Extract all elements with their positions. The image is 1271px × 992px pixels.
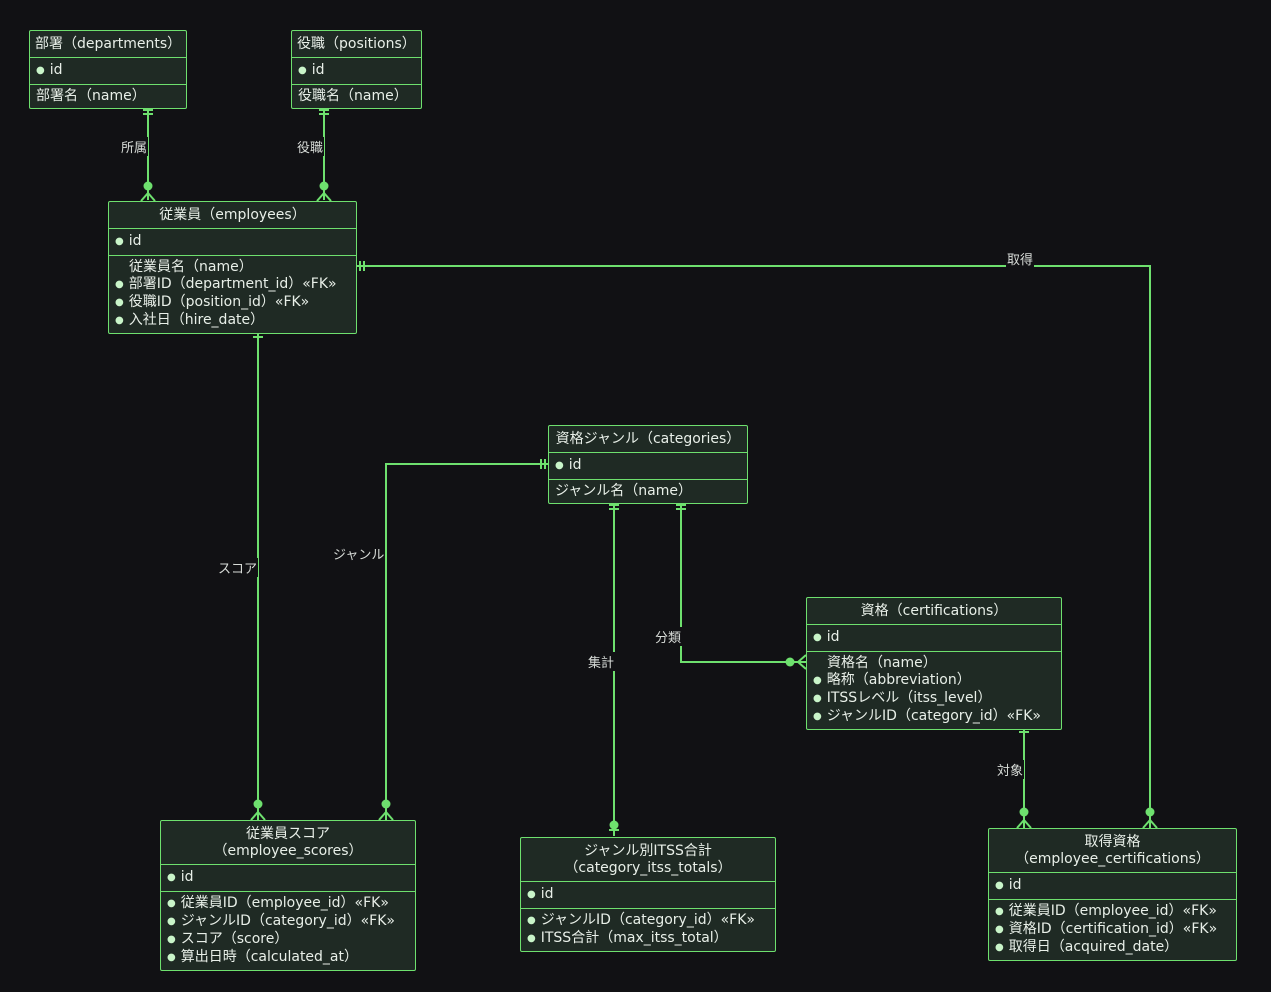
- attribute: ITSSレベル（itss_level）: [813, 690, 1055, 708]
- entity-title: 部署（departments）: [30, 31, 186, 58]
- attribute: 役職ID（position_id）«FK»: [115, 294, 350, 312]
- attribute: 役職名（name）: [298, 88, 408, 104]
- entity-title: ジャンル別ITSS合計 （category_itss_totals）: [521, 838, 775, 882]
- attribute: 略称（abbreviation）: [813, 672, 1055, 690]
- relation-label-classify: 分類: [654, 627, 683, 646]
- entity-title: 役職（positions）: [292, 31, 421, 58]
- attribute: 取得日（acquired_date）: [995, 939, 1230, 957]
- primary-key: id: [527, 885, 769, 905]
- relation-label-belongs: 所属: [120, 137, 149, 156]
- entity-employee-scores: 従業員スコア （employee_scores） id 従業員ID（employ…: [160, 820, 416, 971]
- primary-key: id: [36, 61, 180, 81]
- attribute: ジャンルID（category_id）«FK»: [813, 708, 1055, 726]
- relation-label-aggregate: 集計: [587, 652, 616, 671]
- entity-positions: 役職（positions） id 役職名（name）: [291, 30, 422, 109]
- attribute: 資格ID（certification_id）«FK»: [995, 921, 1230, 939]
- relation-label-score: スコア: [217, 558, 259, 577]
- relation-label-target: 対象: [996, 760, 1025, 779]
- attribute: ジャンル名（name）: [555, 483, 693, 499]
- line-categories-certifications: [680, 502, 806, 663]
- attribute: ジャンルID（category_id）«FK»: [527, 912, 769, 930]
- primary-key: id: [995, 876, 1230, 896]
- entity-title: 資格（certifications）: [807, 598, 1061, 625]
- line-categories-employee-scores: [385, 463, 548, 820]
- entity-categories: 資格ジャンル（categories） id ジャンル名（name）: [548, 425, 748, 504]
- primary-key: id: [813, 628, 1055, 648]
- relation-label-genre: ジャンル: [332, 544, 386, 563]
- entity-title: 資格ジャンル（categories）: [549, 426, 747, 453]
- entity-title: 従業員（employees）: [109, 202, 356, 229]
- attribute: 従業員名（name）: [129, 259, 253, 275]
- entity-category-itss-totals: ジャンル別ITSS合計 （category_itss_totals） id ジャ…: [520, 837, 776, 952]
- attribute: 従業員ID（employee_id）«FK»: [995, 903, 1230, 921]
- entity-departments: 部署（departments） id 部署名（name）: [29, 30, 187, 109]
- attribute: 資格名（name）: [827, 655, 937, 671]
- entity-title: 従業員スコア （employee_scores）: [161, 821, 415, 865]
- entity-title: 取得資格 （employee_certifications）: [989, 829, 1236, 873]
- entity-employee-certifications: 取得資格 （employee_certifications） id 従業員ID（…: [988, 828, 1237, 961]
- attribute: ITSS合計（max_itss_total）: [527, 930, 769, 948]
- primary-key: id: [298, 61, 415, 81]
- attribute: 従業員ID（employee_id）«FK»: [167, 895, 409, 913]
- primary-key: id: [167, 868, 409, 888]
- relation-label-position: 役職: [296, 137, 325, 156]
- primary-key: id: [555, 456, 741, 476]
- attribute: 算出日時（calculated_at）: [167, 949, 409, 967]
- primary-key: id: [115, 232, 350, 252]
- attribute: スコア（score）: [167, 931, 409, 949]
- attribute: 部署名（name）: [36, 88, 146, 104]
- attribute: 入社日（hire_date）: [115, 312, 350, 330]
- attribute: ジャンルID（category_id）«FK»: [167, 913, 409, 931]
- entity-certifications: 資格（certifications） id 資格名（name） 略称（abbre…: [806, 597, 1062, 730]
- line-employees-employee-certifications: [357, 265, 1151, 828]
- relation-label-acquire: 取得: [1006, 249, 1035, 268]
- attribute: 部署ID（department_id）«FK»: [115, 276, 350, 294]
- entity-employees: 従業員（employees） id 従業員名（name） 部署ID（depart…: [108, 201, 357, 334]
